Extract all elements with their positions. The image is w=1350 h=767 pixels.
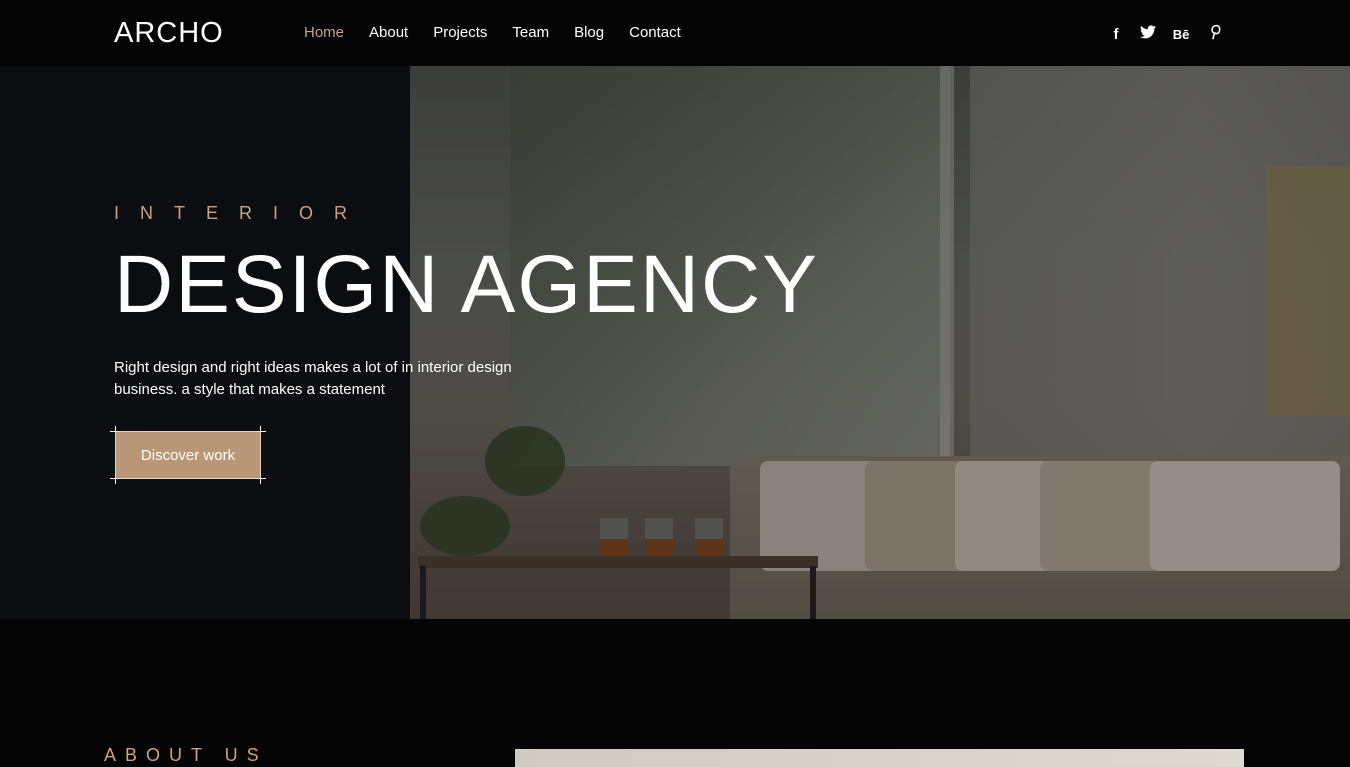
nav-projects[interactable]: Projects <box>433 24 487 41</box>
social-links: f Bē <box>1108 24 1222 44</box>
nav-contact[interactable]: Contact <box>629 24 681 41</box>
about-section-label: ABOUT US <box>104 745 268 765</box>
hero-section: INTERIOR DESIGN AGENCY Right design and … <box>0 66 1350 619</box>
hero-eyebrow: INTERIOR <box>114 203 369 223</box>
nav-blog[interactable]: Blog <box>574 24 604 41</box>
hero-headline: DESIGN AGENCY <box>114 239 819 330</box>
facebook-icon[interactable]: f <box>1108 26 1124 43</box>
main-menu: Home About Projects Team Blog Contact <box>304 24 706 41</box>
site-logo[interactable]: ARCHO <box>114 17 224 50</box>
nav-about[interactable]: About <box>369 24 408 41</box>
about-image <box>515 749 1244 767</box>
discover-work-button[interactable]: Discover work <box>115 431 261 479</box>
cta-frame: Discover work <box>110 426 266 484</box>
pinterest-icon[interactable] <box>1206 24 1222 44</box>
hero-interior-image <box>410 66 1350 619</box>
behance-icon[interactable]: Bē <box>1172 27 1190 42</box>
hero-description: Right design and right ideas makes a lot… <box>114 359 512 398</box>
top-navigation: ARCHO Home About Projects Team Blog Cont… <box>0 0 1350 66</box>
nav-home[interactable]: Home <box>304 24 344 41</box>
twitter-icon[interactable] <box>1140 25 1156 43</box>
nav-team[interactable]: Team <box>512 24 549 41</box>
